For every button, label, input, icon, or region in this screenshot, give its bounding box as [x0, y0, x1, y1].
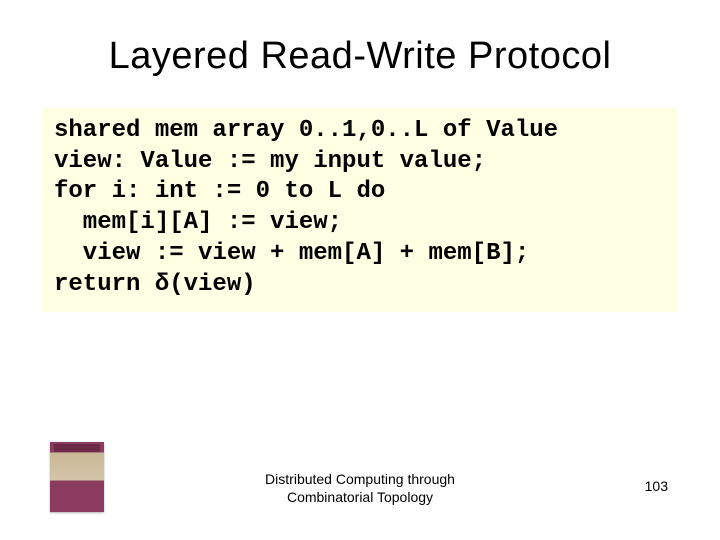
footer: Distributed Computing through Combinator…: [0, 442, 720, 512]
code-block: shared mem array 0..1,0..L of Value view…: [42, 108, 678, 312]
code-line: view := view + mem[A] + mem[B];: [54, 239, 666, 270]
page-number: 103: [645, 478, 668, 494]
code-line: shared mem array 0..1,0..L of Value: [54, 116, 666, 147]
code-line: for i: int := 0 to L do: [54, 177, 666, 208]
slide: Layered Read-Write Protocol shared mem a…: [0, 0, 720, 540]
code-line: return δ(view): [54, 270, 666, 301]
code-line: view: Value := my input value;: [54, 147, 666, 178]
footer-line-2: Combinatorial Topology: [265, 489, 455, 507]
slide-title: Layered Read-Write Protocol: [50, 35, 670, 78]
footer-line-1: Distributed Computing through: [265, 471, 455, 489]
book-cover-icon: [50, 442, 104, 512]
code-line: mem[i][A] := view;: [54, 208, 666, 239]
footer-caption: Distributed Computing through Combinator…: [265, 471, 455, 506]
